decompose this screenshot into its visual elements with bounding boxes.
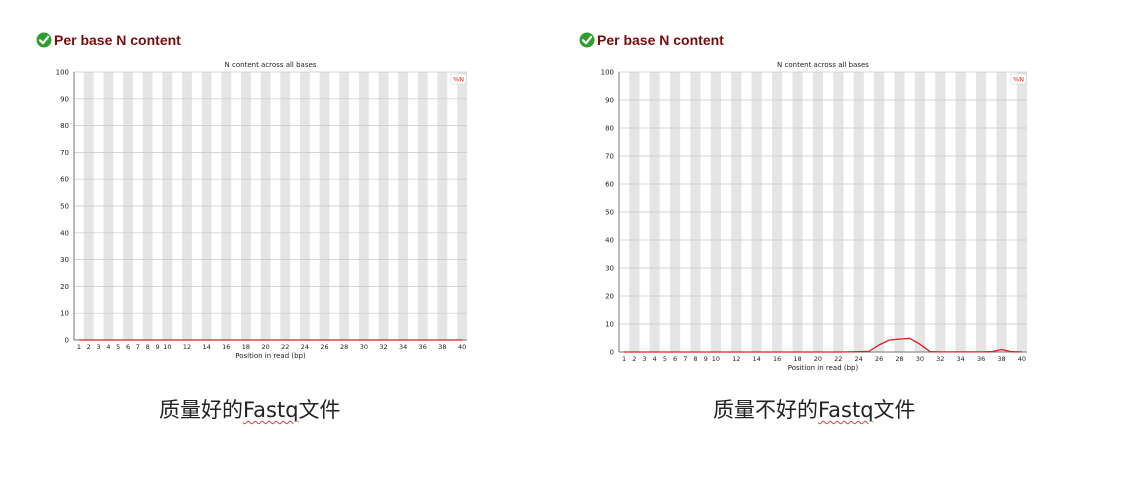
n-content-chart: 01020304050607080901001 2 3 4 5 6 7 8 9 10 12 14 16 1… xyxy=(56,61,467,360)
section-heading: Per base N content xyxy=(36,32,181,48)
y-tick-label: 30 xyxy=(605,265,614,273)
y-tick-label: 60 xyxy=(605,181,614,189)
x-tick-label: 4 xyxy=(653,355,657,363)
y-tick-label: 70 xyxy=(60,149,69,157)
x-tick-label: 40 xyxy=(458,343,466,351)
check-icon xyxy=(36,32,52,48)
y-tick-label: 100 xyxy=(56,69,69,77)
x-tick-label: 9 xyxy=(704,355,708,363)
x-tick-label: 5 xyxy=(116,343,120,351)
x-tick-label: 30 xyxy=(360,343,368,351)
x-tick-label: 14 xyxy=(753,355,761,363)
x-axis-label: Position in read (bp) xyxy=(235,352,306,360)
chart-title: N content across all bases xyxy=(225,61,317,69)
x-tick-label: 2 xyxy=(632,355,636,363)
x-tick-label: 1 xyxy=(77,343,81,351)
y-tick-label: 10 xyxy=(60,310,69,318)
caption-fastq: Fastq xyxy=(243,398,299,422)
x-tick-label: 4 xyxy=(106,343,110,351)
x-tick-label: 24 xyxy=(301,343,309,351)
check-icon xyxy=(579,32,595,48)
x-tick-label: 26 xyxy=(320,343,328,351)
y-tick-label: 70 xyxy=(605,153,614,161)
x-tick-label: 28 xyxy=(340,343,348,351)
x-tick-label: 30 xyxy=(916,355,924,363)
x-tick-label: 18 xyxy=(242,343,250,351)
poor-quality-panel: Per base N content 0 10 20 30 40 50 60 70 80 90 10… xyxy=(561,0,1122,490)
x-tick-label: 34 xyxy=(957,355,965,363)
y-tick-label: 0 xyxy=(610,349,614,357)
x-tick-label: 10 xyxy=(163,343,171,351)
heading-label: Per base N content xyxy=(54,32,181,48)
x-tick-label: 7 xyxy=(683,355,687,363)
x-tick-label: 3 xyxy=(642,355,646,363)
x-tick-label: 9 xyxy=(155,343,159,351)
y-tick-label: 80 xyxy=(60,122,69,130)
legend: %N xyxy=(450,73,467,85)
n-content-chart: 01020304050607080901001 2 3 4 5 6 7 8 9 10 12 14 16 1… xyxy=(601,61,1027,372)
y-tick-label: 100 xyxy=(601,69,614,77)
x-tick-label: 12 xyxy=(183,343,191,351)
x-tick-label: 7 xyxy=(136,343,140,351)
panel-caption: 质量不好的Fastq文件 xyxy=(713,394,916,424)
chart-title: N content across all bases xyxy=(777,61,869,69)
x-axis-label: Position in read (bp) xyxy=(788,364,859,372)
x-tick-label: 24 xyxy=(855,355,863,363)
y-tick-label: 90 xyxy=(60,95,69,103)
legend-label: %N xyxy=(1013,76,1024,84)
y-tick-label: 80 xyxy=(605,125,614,133)
x-tick-label: 22 xyxy=(281,343,289,351)
x-tick-label: 3 xyxy=(96,343,100,351)
x-tick-label: 5 xyxy=(663,355,667,363)
x-tick-label: 20 xyxy=(814,355,822,363)
x-tick-label: 1 xyxy=(622,355,626,363)
caption-suffix: 文件 xyxy=(298,398,341,422)
caption-prefix: 质量好的 xyxy=(159,398,243,422)
y-tick-label: 0 xyxy=(65,337,69,345)
y-tick-label: 50 xyxy=(605,209,614,217)
y-tick-label: 20 xyxy=(605,293,614,301)
y-tick-label: 50 xyxy=(60,203,69,211)
y-tick-label: 20 xyxy=(60,283,69,291)
legend: %N xyxy=(1010,73,1027,85)
x-tick-label: 6 xyxy=(126,343,130,351)
x-tick-label: 36 xyxy=(419,343,427,351)
x-tick-label: 36 xyxy=(977,355,985,363)
panel-caption: 质量好的Fastq文件 xyxy=(159,394,341,424)
x-tick-label: 16 xyxy=(773,355,781,363)
section-heading: Per base N content xyxy=(579,32,724,48)
y-tick-label: 10 xyxy=(605,321,614,329)
x-tick-label: 32 xyxy=(936,355,944,363)
x-tick-label: 8 xyxy=(146,343,150,351)
y-tick-label: 60 xyxy=(60,176,69,184)
x-tick-label: 28 xyxy=(895,355,903,363)
x-tick-label: 26 xyxy=(875,355,883,363)
x-tick-label: 18 xyxy=(793,355,801,363)
caption-suffix: 文件 xyxy=(873,398,916,422)
y-tick-label: 30 xyxy=(60,256,69,264)
x-tick-label: 14 xyxy=(202,343,210,351)
x-tick-label: 6 xyxy=(673,355,677,363)
x-tick-label: 2 xyxy=(87,343,91,351)
x-tick-label: 20 xyxy=(261,343,269,351)
legend-label: %N xyxy=(453,76,464,84)
caption-fastq: Fastq xyxy=(818,398,874,422)
x-tick-label: 12 xyxy=(732,355,740,363)
x-tick-label: 38 xyxy=(438,343,446,351)
x-tick-label: 8 xyxy=(693,355,697,363)
x-tick-label: 16 xyxy=(222,343,230,351)
heading-label: Per base N content xyxy=(597,32,724,48)
good-quality-panel: Per base N content 0 10 20 30 40 50 60 70 80 90 10… xyxy=(0,0,561,490)
caption-prefix: 质量不好的 xyxy=(713,398,818,422)
x-tick-label: 10 xyxy=(712,355,720,363)
x-tick-label: 40 xyxy=(1018,355,1026,363)
x-tick-label: 38 xyxy=(997,355,1005,363)
x-tick-label: 22 xyxy=(834,355,842,363)
y-tick-label: 40 xyxy=(60,229,69,237)
x-tick-label: 32 xyxy=(379,343,387,351)
x-tick-label: 34 xyxy=(399,343,407,351)
y-tick-label: 90 xyxy=(605,97,614,105)
y-tick-label: 40 xyxy=(605,237,614,245)
